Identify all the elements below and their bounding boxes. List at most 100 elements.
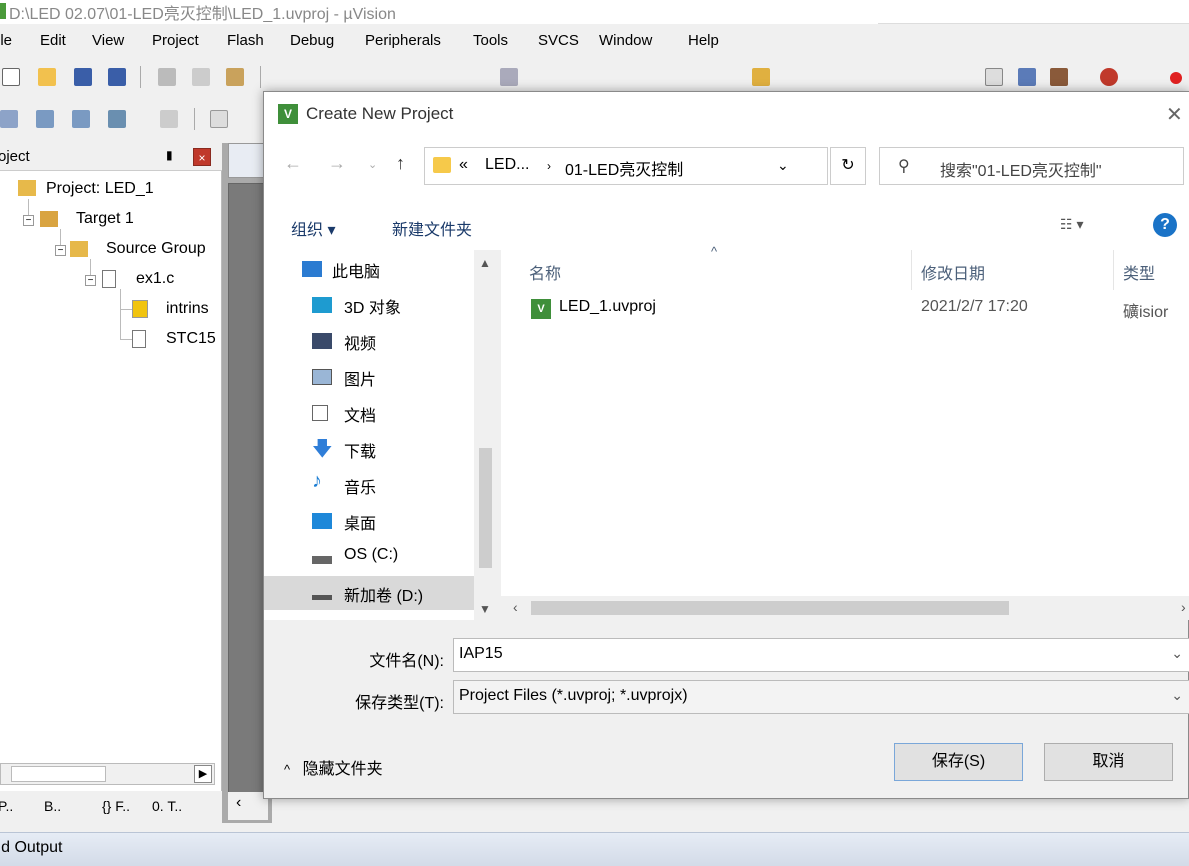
menu-view[interactable]: View <box>92 32 124 49</box>
stop-build-icon[interactable] <box>160 110 178 128</box>
nav-item-videos[interactable]: 视频 <box>264 324 474 358</box>
collapse-icon[interactable]: − <box>85 275 96 286</box>
close-icon[interactable]: × <box>193 148 211 166</box>
menu-peripherals[interactable]: Peripherals <box>365 32 441 49</box>
chevron-down-icon[interactable]: ⌄ <box>1171 687 1183 704</box>
tab-books[interactable]: B.. <box>44 798 61 814</box>
pin-icon[interactable]: ▮ <box>166 148 173 162</box>
load-download-icon[interactable] <box>210 110 228 128</box>
scroll-left-icon[interactable]: ‹ <box>513 599 518 615</box>
file-row[interactable]: V LED_1.uvproj 2021/2/7 17:20 礦isior <box>531 298 1181 328</box>
menu-flash[interactable]: Flash <box>227 32 264 49</box>
indent-icon[interactable] <box>500 68 518 86</box>
scroll-left-icon[interactable]: ‹ <box>228 792 268 820</box>
back-arrow-icon[interactable]: ← <box>284 153 302 174</box>
breadcrumb-current[interactable]: 01-LED亮灭控制 <box>565 156 683 180</box>
dropdown-icon[interactable] <box>985 68 1003 86</box>
scrollbar-thumb[interactable] <box>531 601 1009 615</box>
scroll-down-icon[interactable]: ▼ <box>479 602 491 616</box>
batch-build-icon[interactable] <box>108 110 126 128</box>
menu-edit[interactable]: Edit <box>40 32 66 49</box>
project-horizontal-scrollbar[interactable]: ▶ <box>0 763 215 785</box>
forward-arrow-icon[interactable]: → <box>328 153 346 174</box>
close-icon[interactable]: ✕ <box>1166 102 1183 127</box>
breakpoint-icon[interactable] <box>1170 72 1182 84</box>
filetype-select[interactable]: Project Files (*.uvproj; *.uvprojx) ⌄ <box>453 680 1189 714</box>
column-divider[interactable] <box>1113 250 1114 290</box>
search-input[interactable]: ⚲ 搜索"01-LED亮灭控制" <box>879 147 1184 185</box>
new-folder-button[interactable]: 新建文件夹 <box>392 216 472 240</box>
help-icon[interactable]: ? <box>1153 213 1177 237</box>
rebuild-icon[interactable] <box>72 110 90 128</box>
paste-icon[interactable] <box>226 68 244 86</box>
menu-window[interactable]: Window <box>599 32 652 49</box>
nav-item-this-pc[interactable]: 此电脑 <box>264 252 474 286</box>
organize-button[interactable]: 组织 ▾ <box>291 216 335 240</box>
tree-source-group[interactable]: Source Group <box>106 240 206 258</box>
debug-session-icon[interactable] <box>1100 68 1118 86</box>
refresh-icon[interactable]: ↻ <box>830 147 866 185</box>
find-icon[interactable] <box>1018 68 1036 86</box>
breadcrumb-led[interactable]: LED... <box>485 156 529 174</box>
nav-item-3d-objects[interactable]: 3D 对象 <box>264 288 474 322</box>
bookmark-icon[interactable] <box>1050 68 1068 86</box>
menu-svcs[interactable]: SVCS <box>538 32 579 49</box>
nav-item-drive-c[interactable]: OS (C:) <box>264 540 474 574</box>
collapse-icon[interactable]: − <box>55 245 66 256</box>
nav-item-music[interactable]: ♪ 音乐 <box>264 468 474 502</box>
tree-line <box>120 339 132 340</box>
save-button[interactable]: 保存(S) <box>894 743 1023 781</box>
up-arrow-icon[interactable]: ↑ <box>396 153 405 174</box>
tab-templates[interactable]: 0. T.. <box>152 798 182 814</box>
chevron-down-icon[interactable]: ⌄ <box>777 157 789 174</box>
open-folder-icon[interactable] <box>38 68 56 86</box>
file-list-horizontal-scrollbar[interactable]: ‹ › <box>501 596 1189 620</box>
collapse-icon[interactable]: − <box>23 215 34 226</box>
address-bar[interactable]: « LED... › 01-LED亮灭控制 ⌄ <box>424 147 828 185</box>
recent-locations-icon[interactable]: ⌄ <box>368 158 377 171</box>
column-header-name[interactable]: 名称 <box>529 260 561 284</box>
cancel-button[interactable]: 取消 <box>1044 743 1173 781</box>
hide-folders-toggle[interactable]: ^ 隐藏文件夹 <box>284 755 383 779</box>
nav-item-pictures[interactable]: 图片 <box>264 360 474 394</box>
tree-project[interactable]: Project: LED_1 <box>46 180 154 198</box>
translate-icon[interactable] <box>0 110 18 128</box>
scroll-up-icon[interactable]: ▲ <box>479 256 491 270</box>
chevron-down-icon[interactable]: ⌄ <box>1171 645 1183 662</box>
column-header-type[interactable]: 类型 <box>1123 260 1155 284</box>
copy-icon[interactable] <box>192 68 210 86</box>
tree-include-2[interactable]: STC15 <box>166 330 216 348</box>
save-icon[interactable] <box>74 68 92 86</box>
tree-file[interactable]: ex1.c <box>136 270 174 288</box>
menu-bar: ile Edit View Project Flash Debug Periph… <box>0 27 1189 55</box>
navigation-scrollbar[interactable]: ▲ ▼ <box>474 250 497 620</box>
cut-icon[interactable] <box>158 68 176 86</box>
tree-include-1[interactable]: intrins <box>166 300 209 318</box>
menu-debug[interactable]: Debug <box>290 32 334 49</box>
nav-item-desktop[interactable]: 桌面 <box>264 504 474 538</box>
nav-item-documents[interactable]: 文档 <box>264 396 474 430</box>
scrollbar-thumb[interactable] <box>11 766 106 782</box>
tree-target[interactable]: Target 1 <box>76 210 134 228</box>
view-options-icon[interactable]: ☷ ▾ <box>1060 216 1083 233</box>
menu-file[interactable]: ile <box>0 32 12 49</box>
nav-item-downloads[interactable]: 🡇 下载 <box>264 432 474 466</box>
uvision-project-file-icon: V <box>531 299 551 319</box>
nav-item-drive-d[interactable]: 新加卷 (D:) <box>264 576 474 610</box>
column-header-date[interactable]: 修改日期 <box>921 260 985 284</box>
tab-functions[interactable]: {} F.. <box>102 798 130 814</box>
build-icon[interactable] <box>36 110 54 128</box>
menu-help[interactable]: Help <box>688 32 719 49</box>
menu-project[interactable]: Project <box>152 32 199 49</box>
menu-tools[interactable]: Tools <box>473 32 508 49</box>
save-all-icon[interactable] <box>108 68 126 86</box>
scroll-right-icon[interactable]: ▶ <box>194 765 212 783</box>
column-divider[interactable] <box>911 250 912 290</box>
tab-project[interactable]: P.. <box>0 798 13 814</box>
new-file-icon[interactable] <box>2 68 20 86</box>
browse-icon[interactable] <box>752 68 770 86</box>
filename-input[interactable]: IAP15 ⌄ <box>453 638 1189 672</box>
scrollbar-thumb[interactable] <box>479 448 492 568</box>
breadcrumb-overflow[interactable]: « <box>459 156 468 174</box>
scroll-right-icon[interactable]: › <box>1181 599 1186 615</box>
